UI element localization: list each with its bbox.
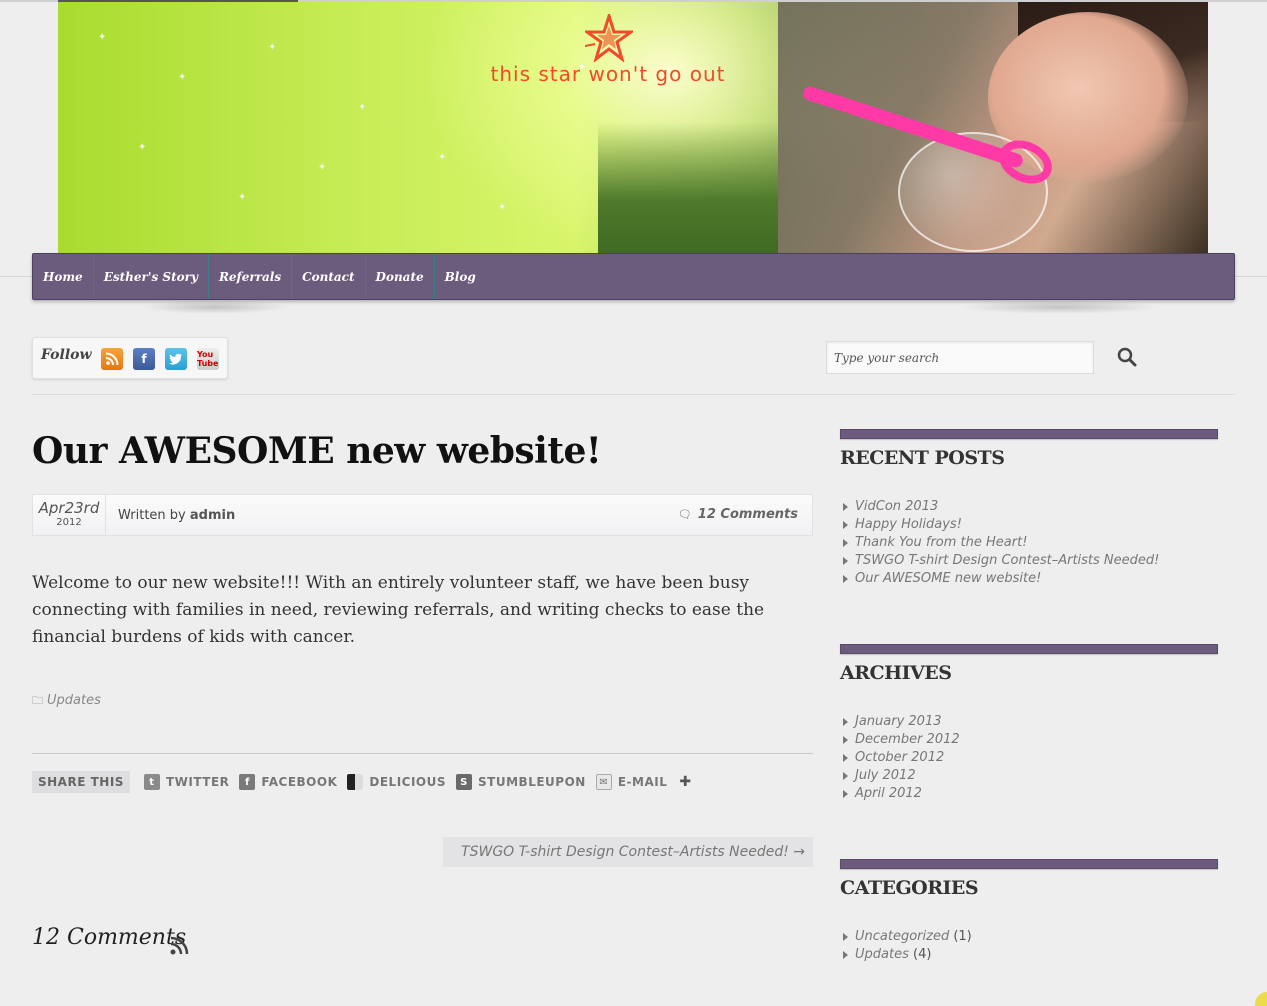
delicious-icon [347, 774, 364, 790]
categories-list: Uncategorized (1) Updates (4) [840, 928, 972, 964]
comments-link[interactable]: 🗨 12 Comments [678, 507, 798, 522]
main-nav: Home Esther's Story Referrals Contact Do… [32, 253, 1235, 300]
nav-item-esthers-story[interactable]: Esther's Story [94, 254, 209, 299]
post-author: Written by admin [118, 508, 235, 523]
post-date-day: Apr23rd [38, 499, 100, 517]
widget-bar-recent [840, 429, 1218, 439]
post-category: 🗀 Updates [32, 692, 101, 711]
site-logo[interactable]: this star won't go out [463, 14, 753, 94]
twitter-icon: t [143, 774, 160, 790]
comments-rss-icon[interactable] [168, 935, 190, 957]
post-title[interactable]: Our AWESOME new website! [32, 430, 602, 472]
share-stumbleupon[interactable]: S STUMBLEUPON [456, 774, 586, 790]
nav-item-referrals[interactable]: Referrals [209, 254, 293, 299]
share-bar: SHARE THIS t TWITTER f FACEBOOK DELICIOUS … [32, 770, 691, 794]
logo-text: this star won't go out [490, 62, 726, 86]
share-this-label: SHARE THIS [32, 771, 130, 793]
recent-post-item[interactable]: Our AWESOME new website! [840, 570, 1159, 588]
recent-post-item[interactable]: Thank You from the Heart! [840, 534, 1159, 552]
archive-item[interactable]: October 2012 [840, 749, 960, 767]
post-meta-bar: Apr23rd 2012 Written by admin 🗨 12 Commen… [32, 494, 813, 536]
facebook-icon: f [239, 774, 256, 790]
category-link[interactable]: Uncategorized [855, 929, 949, 944]
post-category-link[interactable]: Updates [47, 693, 101, 708]
share-twitter[interactable]: t TWITTER [143, 774, 229, 790]
facebook-icon[interactable]: f [133, 348, 155, 370]
nav-item-contact[interactable]: Contact [292, 254, 366, 299]
recent-posts-list: VidCon 2013 Happy Holidays! Thank You fr… [840, 498, 1159, 588]
written-by-label: Written by [118, 508, 186, 523]
nav-item-home[interactable]: Home [33, 254, 94, 299]
archive-item[interactable]: January 2013 [840, 713, 960, 731]
archive-item[interactable]: April 2012 [840, 785, 960, 803]
share-email[interactable]: ✉ E-MAIL [595, 774, 668, 790]
star-logo-icon [585, 14, 633, 62]
author-link[interactable]: admin [190, 508, 235, 523]
post-date: Apr23rd 2012 [33, 495, 106, 535]
folder-icon: 🗀 [32, 694, 43, 707]
comments-heading: 12 Comments [32, 925, 187, 950]
recent-posts-title: RECENT POSTS [840, 447, 1005, 469]
rss-icon[interactable] [101, 348, 123, 370]
youtube-icon[interactable]: You Tube [197, 348, 219, 370]
archives-title: ARCHIVES [840, 662, 952, 684]
recent-post-item[interactable]: Happy Holidays! [840, 516, 1159, 534]
archive-item[interactable]: December 2012 [840, 731, 960, 749]
nav-item-donate[interactable]: Donate [366, 254, 435, 299]
search-icon[interactable] [1112, 341, 1144, 374]
post-body: Welcome to our new website!!! With an en… [32, 573, 765, 647]
next-post-link[interactable]: TSWGO T-shirt Design Contest–Artists Nee… [443, 837, 813, 867]
share-facebook[interactable]: f FACEBOOK [239, 774, 337, 790]
share-delicious[interactable]: DELICIOUS [347, 774, 446, 790]
category-link[interactable]: Updates [855, 947, 909, 962]
recent-post-item[interactable]: VidCon 2013 [840, 498, 1159, 516]
nav-item-blog[interactable]: Blog [435, 254, 486, 299]
comments-count: 12 Comments [697, 507, 798, 522]
category-item: Updates (4) [840, 946, 972, 964]
stumbleupon-icon: S [456, 774, 473, 790]
corner-decoration [1255, 992, 1267, 1006]
follow-box: Follow f You Tube [32, 337, 228, 379]
archives-list: January 2013 December 2012 October 2012 … [840, 713, 960, 803]
post-date-year: 2012 [56, 517, 82, 528]
categories-title: CATEGORIES [840, 877, 979, 899]
recent-post-item[interactable]: TSWGO T-shirt Design Contest–Artists Nee… [840, 552, 1159, 570]
follow-label: Follow [41, 347, 92, 363]
comment-bubble-icon: 🗨 [677, 508, 692, 521]
category-count: (1) [953, 929, 972, 944]
archive-item[interactable]: July 2012 [840, 767, 960, 785]
header-banner: ✦ ✦ ✦ ✦ ✦ ✦ ✦ ✦ ✦ ✦ this star won't go o… [58, 2, 1208, 253]
category-item: Uncategorized (1) [840, 928, 972, 946]
search-input[interactable] [826, 341, 1094, 374]
widget-bar-categories [840, 859, 1218, 869]
category-count: (4) [913, 947, 932, 962]
more-share-icon[interactable]: ✚ [679, 774, 691, 790]
email-icon: ✉ [595, 774, 612, 790]
widget-bar-archives [840, 644, 1218, 654]
twitter-icon[interactable] [165, 348, 187, 370]
